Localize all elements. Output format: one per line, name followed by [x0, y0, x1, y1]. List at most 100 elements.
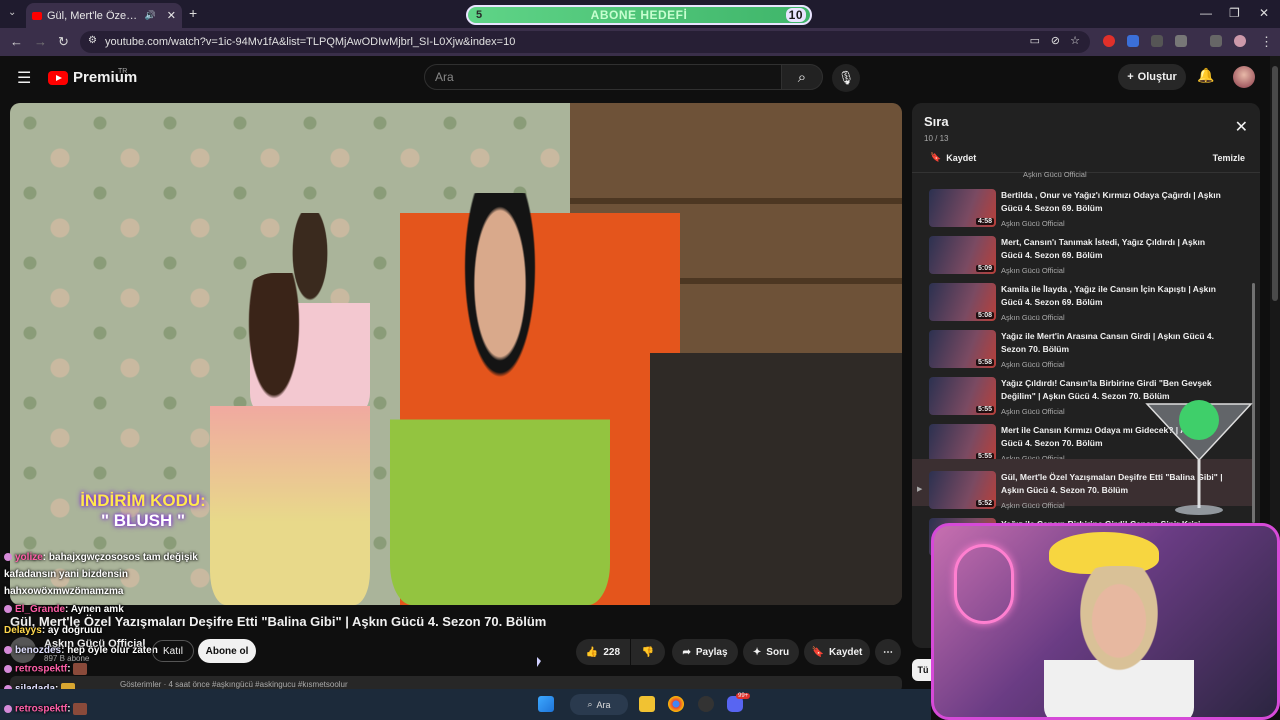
queue-item-thumbnail[interactable]: 5:09: [929, 236, 996, 274]
search-icon: ⌕: [797, 68, 807, 86]
queue-item-thumbnail[interactable]: 5:08: [929, 283, 996, 321]
emote-icon: [73, 663, 88, 675]
speaker-icon[interactable]: 🔊: [145, 10, 156, 21]
queue-save-label: Kaydet: [946, 152, 977, 163]
queue-item-thumbnail[interactable]: 5:55: [929, 424, 996, 462]
chat-message: retrospektf:: [4, 663, 88, 675]
maximize-icon[interactable]: ❐: [1229, 6, 1240, 20]
chat-user: retrospektf: [15, 663, 68, 675]
cast-icon[interactable]: ▭: [1030, 34, 1040, 47]
obs-icon[interactable]: [698, 696, 714, 712]
extension-red-icon[interactable]: [1103, 35, 1115, 47]
queue-clear-button[interactable]: Temizle: [1213, 153, 1245, 163]
queue-item[interactable]: 4:58 Bertilda , Onur ve Yağız'ı Kırmızı O…: [912, 177, 1252, 228]
streamer-webcam: [931, 523, 1280, 720]
close-icon[interactable]: ✕: [1235, 117, 1248, 137]
close-window-icon[interactable]: ✕: [1259, 6, 1269, 20]
mouse-cursor: [537, 657, 541, 667]
streamer: [1044, 566, 1194, 717]
queue-item-thumbnail[interactable]: 5:55: [929, 377, 996, 415]
profile-icon[interactable]: [1234, 35, 1246, 47]
eye-off-icon[interactable]: ⊘: [1051, 34, 1060, 47]
menu-icon[interactable]: ☰: [17, 68, 31, 88]
file-explorer-icon[interactable]: [639, 696, 655, 712]
promo-line-2: " BLUSH ": [100, 511, 186, 530]
more-actions-button[interactable]: ⋯: [875, 639, 901, 665]
url-field[interactable]: ⚙ youtube.com/watch?v=1ic-94Mv1fA&list=T…: [80, 31, 1090, 53]
promo-line-1: İNDİRİM KODU:: [80, 491, 206, 510]
browser-tab-bar: ⌄ Gül, Mert'le Özel Yazışmaları 🔊 ✕ + 5 …: [0, 0, 1280, 28]
queue-title: Sıra: [924, 114, 949, 129]
forward-icon[interactable]: →: [34, 34, 47, 49]
chat-badge-icon: [4, 605, 12, 614]
video-player[interactable]: İNDİRİM KODU: " BLUSH ": [10, 103, 902, 605]
martini-fill: [1179, 400, 1219, 440]
plus-icon: +: [1127, 71, 1134, 83]
extension-dark-icon[interactable]: [1151, 35, 1163, 47]
save-video-button[interactable]: 🔖 Kaydet: [804, 639, 870, 665]
extensions-puzzle-icon[interactable]: [1175, 35, 1187, 47]
martini-base: [1175, 505, 1223, 515]
reading-list-icon[interactable]: [1210, 35, 1222, 47]
new-tab-button[interactable]: +: [189, 5, 197, 21]
queue-header: Sıra 10 / 13 🔖 Kaydet Temizle ✕: [912, 103, 1260, 173]
tab-title: Gül, Mert'le Özel Yazışmaları: [47, 9, 140, 22]
reload-icon[interactable]: ↻: [58, 34, 69, 50]
queue-save-button[interactable]: 🔖 Kaydet: [930, 152, 976, 163]
chrome-icon[interactable]: [668, 696, 684, 712]
avatar[interactable]: [1233, 66, 1255, 88]
subscribe-button[interactable]: Abone ol: [198, 639, 256, 663]
queue-item-thumbnail[interactable]: 4:58: [929, 189, 996, 227]
minimize-icon[interactable]: —: [1200, 6, 1212, 20]
search-input[interactable]: Ara: [424, 64, 782, 90]
chat-message: yolize: bahajxgwçzososos tam değişik: [4, 552, 198, 563]
voice-search-button[interactable]: 🎙: [832, 64, 860, 92]
chat-badge-icon: [4, 665, 12, 673]
create-button[interactable]: + Oluştur: [1118, 64, 1186, 90]
queue-item-title: Mert, Cansın'ı Tanımak İstedi, Yağız Çıl…: [1001, 237, 1206, 260]
taskbar-search-label: Ara: [596, 699, 611, 710]
chat-text: kafadansın yani bizdensin: [4, 569, 128, 580]
queue-item[interactable]: 5:58 Yağız ile Mert'in Arasına Cansın Gir…: [912, 318, 1252, 369]
ask-button[interactable]: ✦ Soru: [743, 639, 799, 665]
browser-menu-icon[interactable]: ⋮: [1260, 34, 1273, 50]
search-button[interactable]: ⌕: [781, 64, 823, 90]
windows-start-icon[interactable]: [538, 696, 554, 712]
taskbar-search[interactable]: ⌕ Ara: [570, 694, 628, 715]
search-icon: ⌕: [587, 699, 593, 709]
chat-message: Delayys: ay doğruuu: [4, 625, 102, 636]
notifications-bell-icon[interactable]: 🔔: [1197, 67, 1214, 84]
sparkle-icon: ✦: [752, 646, 762, 658]
emote-icon: [73, 703, 88, 715]
microphone-icon: 🎙: [837, 70, 855, 85]
share-button[interactable]: ➦ Paylaş: [672, 639, 738, 665]
ask-label: Soru: [766, 646, 790, 658]
site-info-icon[interactable]: ⚙: [88, 35, 97, 46]
queue-item-title: Kamila ile İlayda , Yağız ile Cansın İçi…: [1001, 284, 1216, 307]
video-frame-person-center: [390, 193, 610, 605]
goal-current: 5: [476, 9, 483, 21]
browser-tab[interactable]: Gül, Mert'le Özel Yazışmaları 🔊 ✕: [26, 3, 182, 28]
queue-item-thumbnail[interactable]: 5:58: [929, 330, 996, 368]
chat-text: hahxowöxmwzömamzma: [4, 586, 124, 597]
close-tab-icon[interactable]: ✕: [167, 9, 176, 22]
bookmark-star-icon[interactable]: ☆: [1070, 34, 1080, 47]
extension-blue-icon[interactable]: [1127, 35, 1139, 47]
chat-user: Delayys: [4, 625, 42, 636]
youtube-play-icon: [48, 70, 68, 85]
queue-item[interactable]: 5:09 Mert, Cansın'ı Tanımak İstedi, Yağız…: [912, 224, 1252, 275]
join-button[interactable]: Katıl: [152, 640, 194, 662]
youtube-header: ☰ Premium TR Ara ⌕ 🎙 + Oluştur 🔔: [0, 56, 1270, 100]
thumbs-down-icon: 👎: [641, 646, 655, 658]
page-scrollbar-thumb[interactable]: [1272, 66, 1278, 301]
dislike-button[interactable]: 👎: [631, 639, 665, 665]
queue-item[interactable]: 5:08 Kamila ile İlayda , Yağız ile Cansın…: [912, 271, 1252, 322]
now-playing-icon: ▶: [917, 486, 923, 493]
queue-item-thumbnail[interactable]: 5:52: [929, 471, 996, 509]
chat-message: benozdes: hep öyle olur zaten: [4, 645, 158, 656]
chat-badge-icon: [4, 646, 12, 655]
like-button[interactable]: 👍 228: [576, 639, 630, 665]
chat-badge-icon: [4, 553, 12, 562]
back-icon[interactable]: ←: [10, 34, 23, 49]
tab-list-icon[interactable]: ⌄: [8, 7, 16, 18]
